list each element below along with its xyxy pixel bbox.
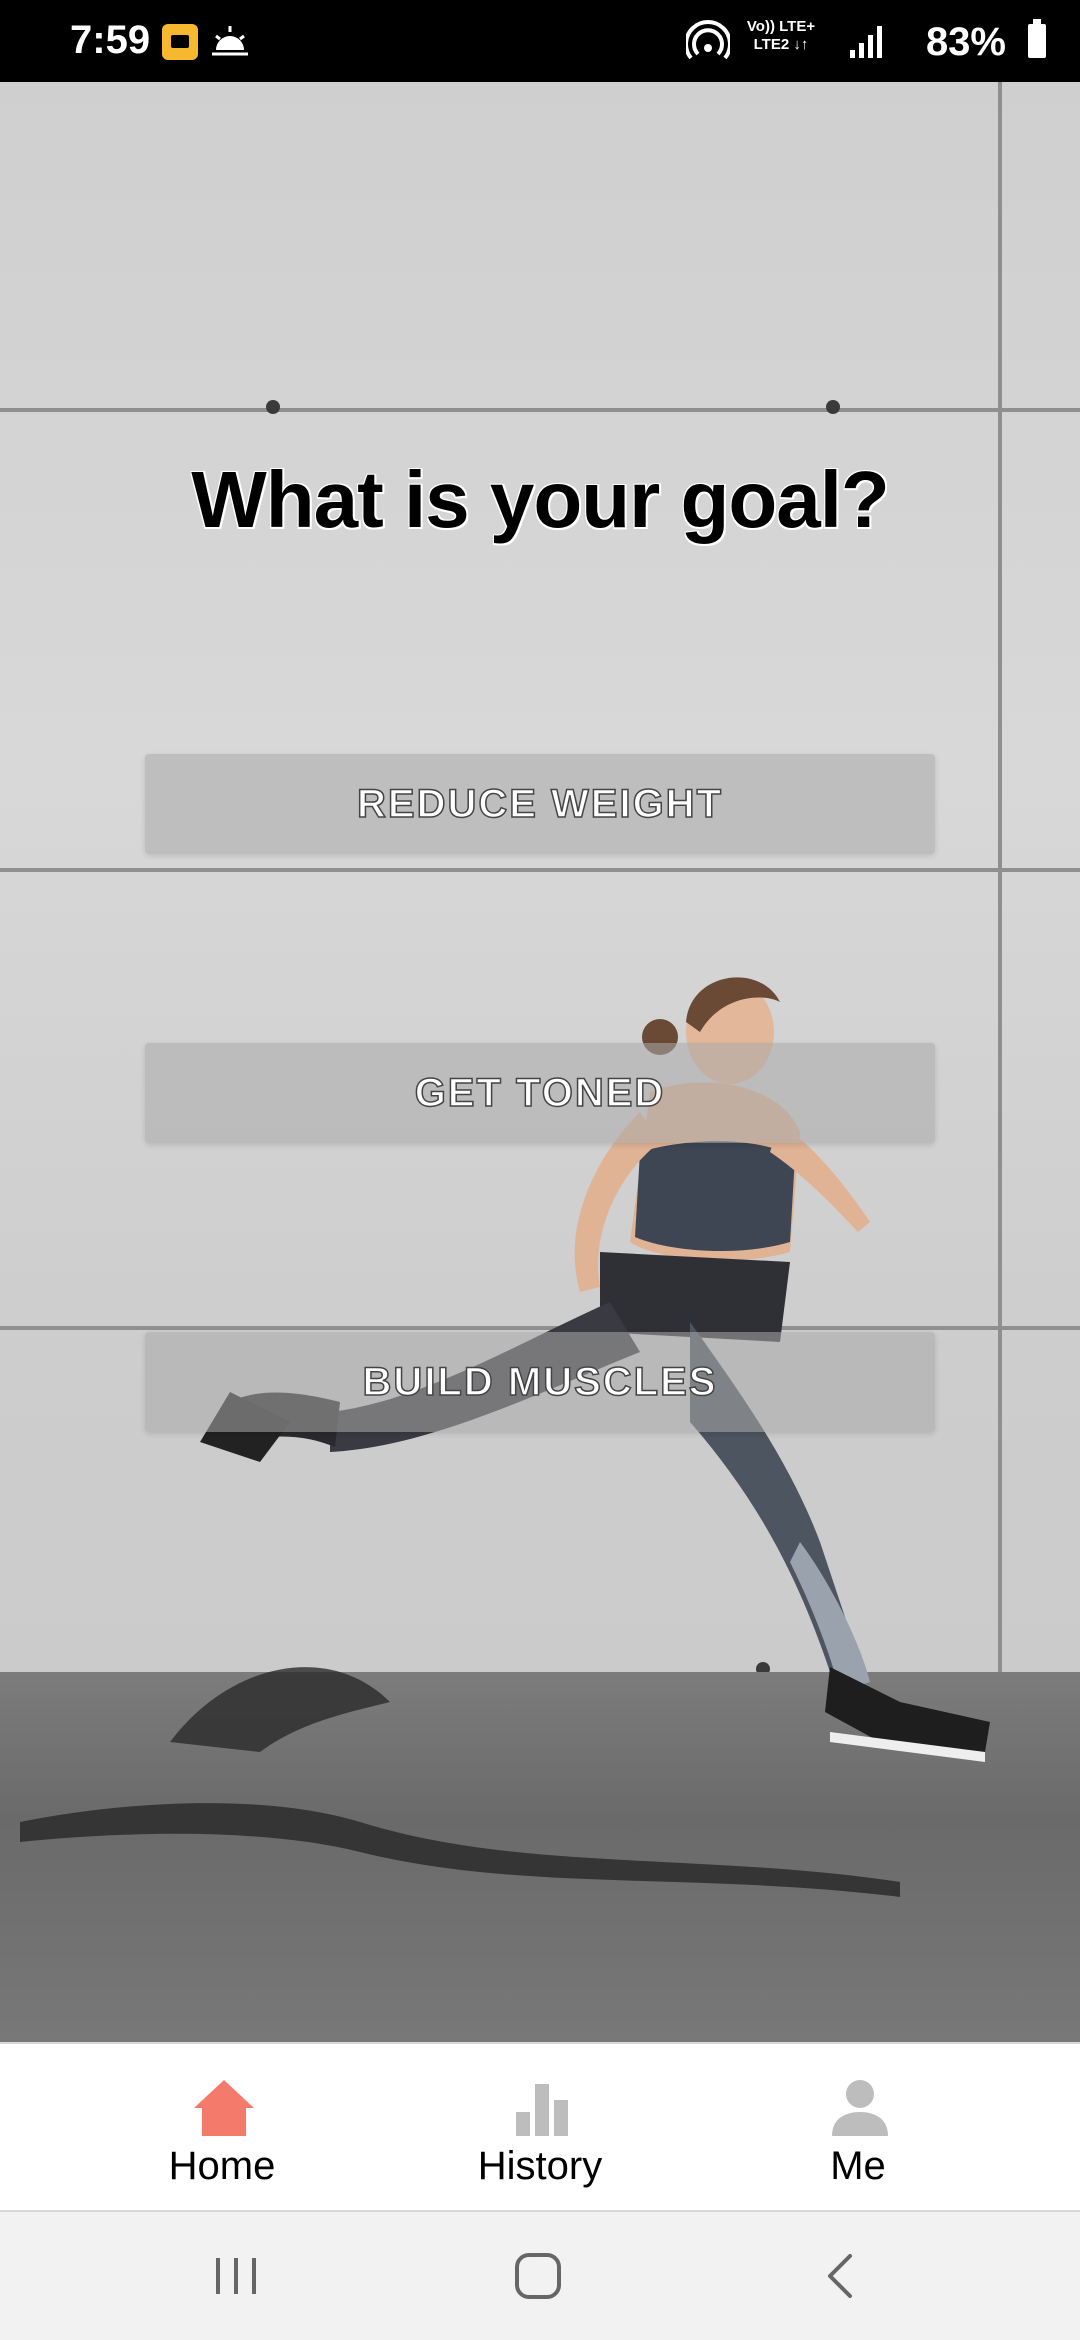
nav-item-history[interactable]: History — [420, 2044, 660, 2212]
hotspot-icon — [686, 20, 730, 60]
weather-icon — [212, 26, 248, 56]
network-line-2: LTE2 ↓↑ — [753, 36, 809, 53]
signal-icon — [850, 26, 882, 58]
system-nav-bar — [0, 2212, 1080, 2340]
back-icon[interactable] — [812, 2250, 872, 2302]
nav-item-me[interactable]: Me — [738, 2044, 978, 2212]
status-bar: 7:59 Vo)) LTE+ LTE2 ↓↑ 83% — [0, 0, 1080, 82]
nav-label-home: Home — [168, 2144, 276, 2188]
status-time: 7:59 — [70, 18, 151, 62]
nav-item-home[interactable]: Home — [102, 2044, 342, 2212]
recents-icon[interactable] — [206, 2250, 266, 2302]
reduce-weight-button[interactable]: REDUCE WEIGHT — [145, 754, 935, 854]
battery-percent: 83% — [925, 20, 1006, 64]
bottom-nav: Home History Me — [0, 2042, 1080, 2212]
page-title: What is your goal? — [191, 455, 890, 544]
person-icon — [832, 2080, 888, 2136]
nav-label-history: History — [477, 2144, 603, 2188]
build-muscles-button[interactable]: BUILD MUSCLES — [145, 1332, 935, 1432]
bar-chart-icon — [516, 2084, 568, 2136]
files-app-icon — [162, 24, 198, 60]
status-indicators: Vo)) LTE+ LTE2 ↓↑ 83% — [636, 14, 1056, 70]
network-line-1: Vo)) LTE+ — [746, 18, 816, 35]
system-home-icon[interactable] — [508, 2250, 568, 2302]
network-type: Vo)) LTE+ LTE2 ↓↑ — [738, 18, 824, 54]
goal-screen: What is your goal? REDUCE WEIGHT GET TON… — [0, 82, 1080, 2042]
get-toned-button[interactable]: GET TONED — [145, 1043, 935, 1143]
home-icon — [194, 2080, 254, 2136]
nav-label-me: Me — [830, 2144, 886, 2188]
battery-icon — [1028, 19, 1046, 58]
